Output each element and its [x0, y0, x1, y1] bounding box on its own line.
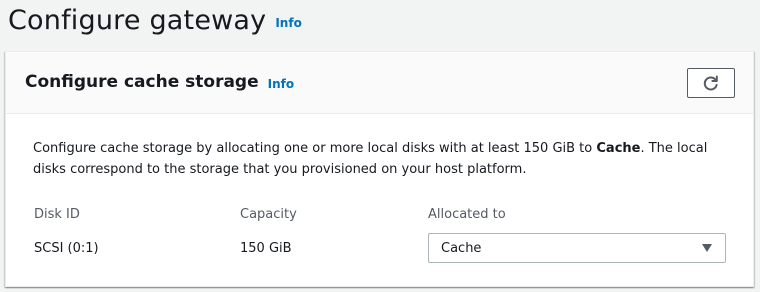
- capacity-cell: 150 GiB: [240, 241, 292, 256]
- description-prefix: Configure cache storage by allocating on…: [33, 141, 597, 156]
- description-bold: Cache: [596, 141, 641, 156]
- refresh-icon: [703, 75, 718, 91]
- panel-description: Configure cache storage by allocating on…: [33, 138, 733, 180]
- page-title: Configure gateway: [8, 4, 267, 36]
- panel-info-link[interactable]: Info: [268, 77, 294, 91]
- refresh-button[interactable]: [687, 68, 735, 98]
- allocated-to-value: Cache: [441, 240, 482, 256]
- panel-title-wrap: Configure cache storage Info: [25, 72, 294, 92]
- disk-id-cell: SCSI (0:1): [34, 241, 99, 256]
- column-header-disk-id: Disk ID: [34, 207, 80, 222]
- column-header-allocated-to: Allocated to: [428, 207, 506, 222]
- page-info-link[interactable]: Info: [275, 16, 301, 30]
- page-header: Configure gateway Info: [8, 0, 302, 40]
- cache-storage-panel: Configure cache storage Info Configure c…: [5, 51, 754, 287]
- panel-header: Configure cache storage Info: [6, 52, 753, 114]
- allocated-to-select[interactable]: Cache: [428, 233, 726, 263]
- column-header-capacity: Capacity: [240, 207, 297, 222]
- panel-title: Configure cache storage: [25, 72, 259, 92]
- caret-down-icon: [702, 244, 712, 252]
